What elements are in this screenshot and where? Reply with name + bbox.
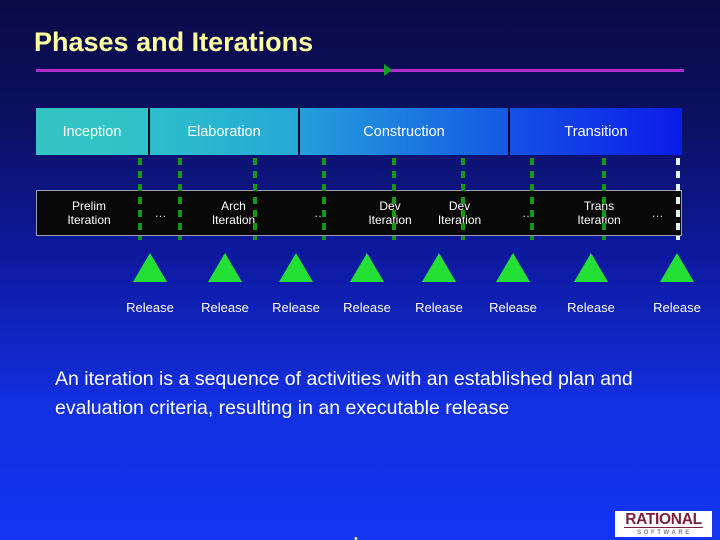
release-label: Release xyxy=(567,300,615,315)
release-marker-1[interactable]: Release xyxy=(114,253,186,315)
release-triangle-icon xyxy=(133,253,167,282)
iteration-label-line1: Dev xyxy=(448,199,471,213)
iteration-separator-3 xyxy=(253,158,257,240)
title-divider-rule xyxy=(36,69,684,72)
iteration-separator-8 xyxy=(602,158,606,240)
iteration-separator-5 xyxy=(392,158,396,240)
iteration-separator-7 xyxy=(530,158,534,240)
release-marker-8[interactable]: Release xyxy=(641,253,713,315)
release-triangle-icon xyxy=(574,253,608,282)
release-label: Release xyxy=(126,300,174,315)
release-label: Release xyxy=(489,300,537,315)
phase-cell-construction[interactable]: Construction xyxy=(300,108,510,155)
iteration-cell-trans[interactable]: Trans Iteration xyxy=(563,191,635,235)
phase-cell-transition[interactable]: Transition xyxy=(510,108,682,155)
iteration-label-line1: Trans xyxy=(583,199,615,213)
release-triangle-icon xyxy=(208,253,242,282)
phase-cell-inception[interactable]: Inception xyxy=(36,108,150,155)
release-marker-5[interactable]: Release xyxy=(403,253,475,315)
phase-label: Elaboration xyxy=(187,123,261,140)
iteration-cell-ellipsis-3[interactable]: … xyxy=(494,191,563,235)
iteration-cell-ellipsis-1[interactable]: … xyxy=(141,191,181,235)
iteration-label-line1: … xyxy=(651,206,665,220)
release-triangle-icon xyxy=(350,253,384,282)
iteration-separator-2 xyxy=(178,158,182,240)
iteration-separator-9 xyxy=(676,158,680,240)
iteration-cell-dev-1[interactable]: Dev Iteration xyxy=(355,191,425,235)
release-label: Release xyxy=(201,300,249,315)
iteration-label-line2: Iteration xyxy=(577,213,621,227)
iteration-label-line2: Iteration xyxy=(67,213,111,227)
body-text: An iteration is a sequence of activities… xyxy=(55,368,633,419)
iteration-label-line1: Dev xyxy=(379,199,401,213)
release-marker-2[interactable]: Release xyxy=(189,253,261,315)
iteration-label-line2: Iteration xyxy=(437,213,482,227)
logo-wordmark: RATIONAL xyxy=(624,511,703,528)
iteration-cell-arch[interactable]: Arch Iteration xyxy=(181,191,286,235)
iteration-cell-ellipsis-4[interactable]: … xyxy=(635,191,681,235)
release-marker-4[interactable]: Release xyxy=(331,253,403,315)
release-triangle-icon xyxy=(422,253,456,282)
release-marker-7[interactable]: Release xyxy=(555,253,627,315)
release-triangle-icon xyxy=(279,253,313,282)
iteration-cell-dev-2[interactable]: Dev Iteration xyxy=(425,191,494,235)
rational-software-logo: RATIONAL SOFTWARE xyxy=(615,511,712,537)
iteration-cell-ellipsis-2[interactable]: … xyxy=(286,191,355,235)
phase-label: Transition xyxy=(564,123,628,140)
release-label: Release xyxy=(653,300,701,315)
page-title: Phases and Iterations xyxy=(34,27,314,57)
logo-subtitle: SOFTWARE xyxy=(637,530,692,536)
release-label: Release xyxy=(272,300,320,315)
iteration-label-line1: Arch xyxy=(221,199,246,213)
release-marker-3[interactable]: Release xyxy=(260,253,332,315)
slide-canvas: Phases and Iterations Inception Elaborat… xyxy=(0,0,720,540)
iteration-row: Prelim Iteration … Arch Iteration … Dev … xyxy=(36,190,682,236)
iteration-separator-6 xyxy=(461,158,465,240)
iteration-separator-1 xyxy=(138,158,142,240)
phase-label: Construction xyxy=(363,123,445,140)
play-triangle-icon xyxy=(384,64,392,76)
release-label: Release xyxy=(343,300,391,315)
phase-cell-elaboration[interactable]: Elaboration xyxy=(150,108,300,155)
iteration-label-line2: Iteration xyxy=(368,213,412,227)
iteration-cell-prelim[interactable]: Prelim Iteration xyxy=(37,191,141,235)
iteration-label-line1: … xyxy=(154,206,168,220)
release-marker-6[interactable]: Release xyxy=(477,253,549,315)
release-triangle-icon xyxy=(496,253,530,282)
page-marker: • xyxy=(354,533,358,540)
phase-header-row: Inception Elaboration Construction Trans… xyxy=(36,108,682,155)
release-label: Release xyxy=(415,300,463,315)
iteration-label-line2: Iteration xyxy=(211,213,256,227)
iteration-label-line1: Prelim xyxy=(71,199,106,213)
phase-label: Inception xyxy=(62,123,122,140)
iteration-separator-4 xyxy=(322,158,326,240)
release-triangle-icon xyxy=(660,253,694,282)
